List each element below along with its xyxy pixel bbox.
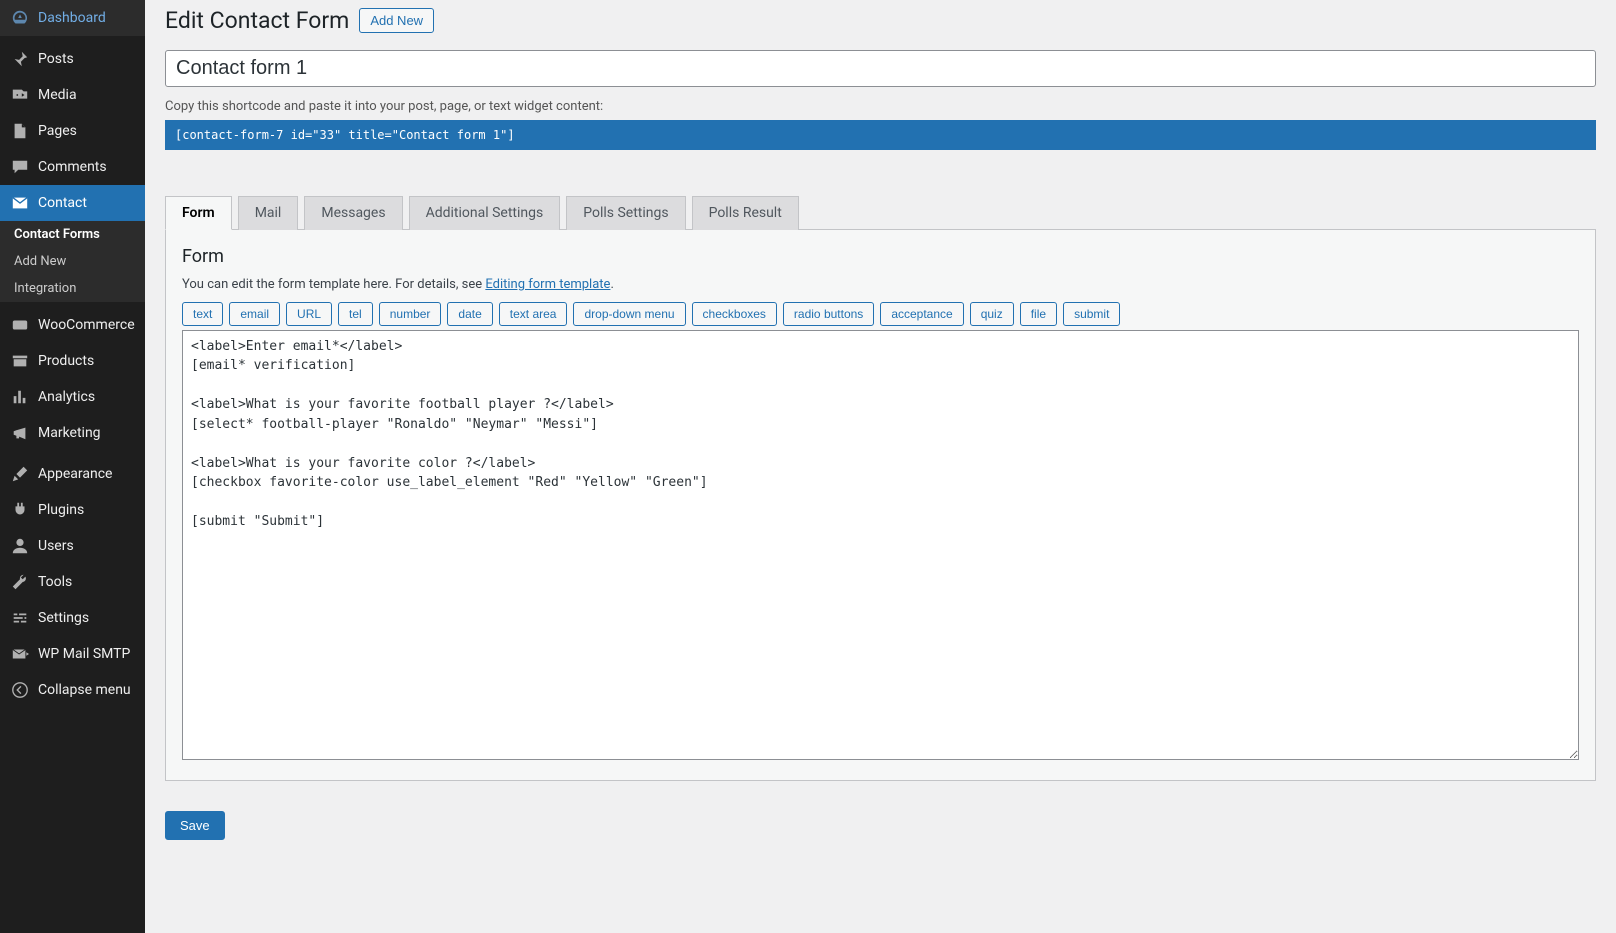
sidebar-item-label: Comments: [38, 159, 107, 175]
page-icon: [10, 121, 30, 141]
sidebar-item-label: Contact: [38, 195, 87, 211]
mail-send-icon: [10, 644, 30, 664]
user-icon: [10, 536, 30, 556]
gauge-icon: [10, 8, 30, 28]
pin-icon: [10, 49, 30, 69]
chart-icon: [10, 387, 30, 407]
page-header: Edit Contact Form Add New: [165, 0, 1596, 36]
sidebar-item-posts[interactable]: Posts: [0, 41, 145, 77]
tag-date-button[interactable]: date: [447, 302, 492, 326]
sidebar-item-contact[interactable]: Contact: [0, 185, 145, 221]
tab-polls-result[interactable]: Polls Result: [692, 196, 799, 230]
panel-hint-text: You can edit the form template here. For…: [182, 277, 485, 292]
tab-form[interactable]: Form: [165, 196, 232, 230]
comment-icon: [10, 157, 30, 177]
sidebar-item-dashboard[interactable]: Dashboard: [0, 0, 145, 36]
sidebar-item-collapse[interactable]: Collapse menu: [0, 672, 145, 708]
page-title: Edit Contact Form: [165, 6, 349, 36]
tab-mail[interactable]: Mail: [238, 196, 299, 230]
shortcode-hint: Copy this shortcode and paste it into yo…: [165, 99, 1596, 114]
main-content: Edit Contact Form Add New Copy this shor…: [145, 0, 1616, 933]
tag-quiz-button[interactable]: quiz: [970, 302, 1014, 326]
tag-checkboxes-button[interactable]: checkboxes: [692, 302, 777, 326]
submenu-item-contact-forms[interactable]: Contact Forms: [0, 221, 145, 248]
sidebar-item-label: Appearance: [38, 466, 112, 482]
sidebar-item-label: Plugins: [38, 502, 84, 518]
tag-tel-button[interactable]: tel: [338, 302, 373, 326]
collapse-icon: [10, 680, 30, 700]
tab-polls-settings[interactable]: Polls Settings: [566, 196, 685, 230]
sidebar-item-analytics[interactable]: Analytics: [0, 379, 145, 415]
sidebar-item-label: Tools: [38, 574, 72, 590]
tag-textarea-button[interactable]: text area: [499, 302, 568, 326]
sidebar-item-comments[interactable]: Comments: [0, 149, 145, 185]
admin-sidebar: Dashboard Posts Media Pages Comments Con…: [0, 0, 145, 933]
sidebar-item-marketing[interactable]: Marketing: [0, 415, 145, 451]
sidebar-item-label: Dashboard: [38, 10, 106, 26]
panel-hint-after: .: [610, 277, 613, 292]
tag-email-button[interactable]: email: [229, 302, 280, 326]
shortcode-display[interactable]: [contact-form-7 id="33" title="Contact f…: [165, 120, 1596, 150]
save-button[interactable]: Save: [165, 811, 225, 840]
sliders-icon: [10, 608, 30, 628]
sidebar-item-label: Media: [38, 87, 77, 103]
editor-tabs: Form Mail Messages Additional Settings P…: [165, 196, 1596, 230]
sidebar-item-label: Pages: [38, 123, 77, 139]
tab-messages[interactable]: Messages: [304, 196, 402, 230]
wrench-icon: [10, 572, 30, 592]
form-panel: Form You can edit the form template here…: [165, 229, 1596, 781]
sidebar-item-label: Products: [38, 353, 94, 369]
submenu-item-integration[interactable]: Integration: [0, 275, 145, 302]
tab-additional-settings[interactable]: Additional Settings: [409, 196, 561, 230]
brush-icon: [10, 464, 30, 484]
sidebar-item-appearance[interactable]: Appearance: [0, 456, 145, 492]
panel-title: Form: [182, 246, 1579, 267]
megaphone-icon: [10, 423, 30, 443]
tag-generator-buttons: text email URL tel number date text area…: [182, 302, 1579, 326]
sidebar-item-label: Settings: [38, 610, 89, 626]
sidebar-item-wp-mail-smtp[interactable]: WP Mail SMTP: [0, 636, 145, 672]
plug-icon: [10, 500, 30, 520]
tag-dropdown-button[interactable]: drop-down menu: [573, 302, 685, 326]
tag-file-button[interactable]: file: [1020, 302, 1057, 326]
tag-radio-button[interactable]: radio buttons: [783, 302, 874, 326]
sidebar-item-label: WP Mail SMTP: [38, 646, 130, 662]
tag-acceptance-button[interactable]: acceptance: [880, 302, 963, 326]
tag-number-button[interactable]: number: [379, 302, 442, 326]
woo-icon: [10, 315, 30, 335]
editing-template-link[interactable]: Editing form template: [485, 277, 610, 292]
sidebar-item-tools[interactable]: Tools: [0, 564, 145, 600]
tag-url-button[interactable]: URL: [286, 302, 332, 326]
add-new-button[interactable]: Add New: [359, 8, 434, 33]
sidebar-item-label: Analytics: [38, 389, 95, 405]
form-code-textarea[interactable]: [182, 330, 1579, 760]
archive-icon: [10, 351, 30, 371]
panel-hint: You can edit the form template here. For…: [182, 277, 1579, 292]
sidebar-item-plugins[interactable]: Plugins: [0, 492, 145, 528]
sidebar-item-label: Users: [38, 538, 74, 554]
sidebar-item-users[interactable]: Users: [0, 528, 145, 564]
submenu-item-add-new[interactable]: Add New: [0, 248, 145, 275]
tag-submit-button[interactable]: submit: [1063, 302, 1120, 326]
envelope-icon: [10, 193, 30, 213]
sidebar-item-label: Collapse menu: [38, 682, 131, 698]
media-icon: [10, 85, 30, 105]
contact-submenu: Contact Forms Add New Integration: [0, 221, 145, 302]
sidebar-item-settings[interactable]: Settings: [0, 600, 145, 636]
sidebar-item-label: WooCommerce: [38, 317, 135, 333]
sidebar-item-label: Marketing: [38, 425, 101, 441]
sidebar-item-woocommerce[interactable]: WooCommerce: [0, 307, 145, 343]
tag-text-button[interactable]: text: [182, 302, 223, 326]
sidebar-item-pages[interactable]: Pages: [0, 113, 145, 149]
sidebar-item-media[interactable]: Media: [0, 77, 145, 113]
form-title-input[interactable]: [165, 50, 1596, 87]
sidebar-item-products[interactable]: Products: [0, 343, 145, 379]
sidebar-item-label: Posts: [38, 51, 74, 67]
